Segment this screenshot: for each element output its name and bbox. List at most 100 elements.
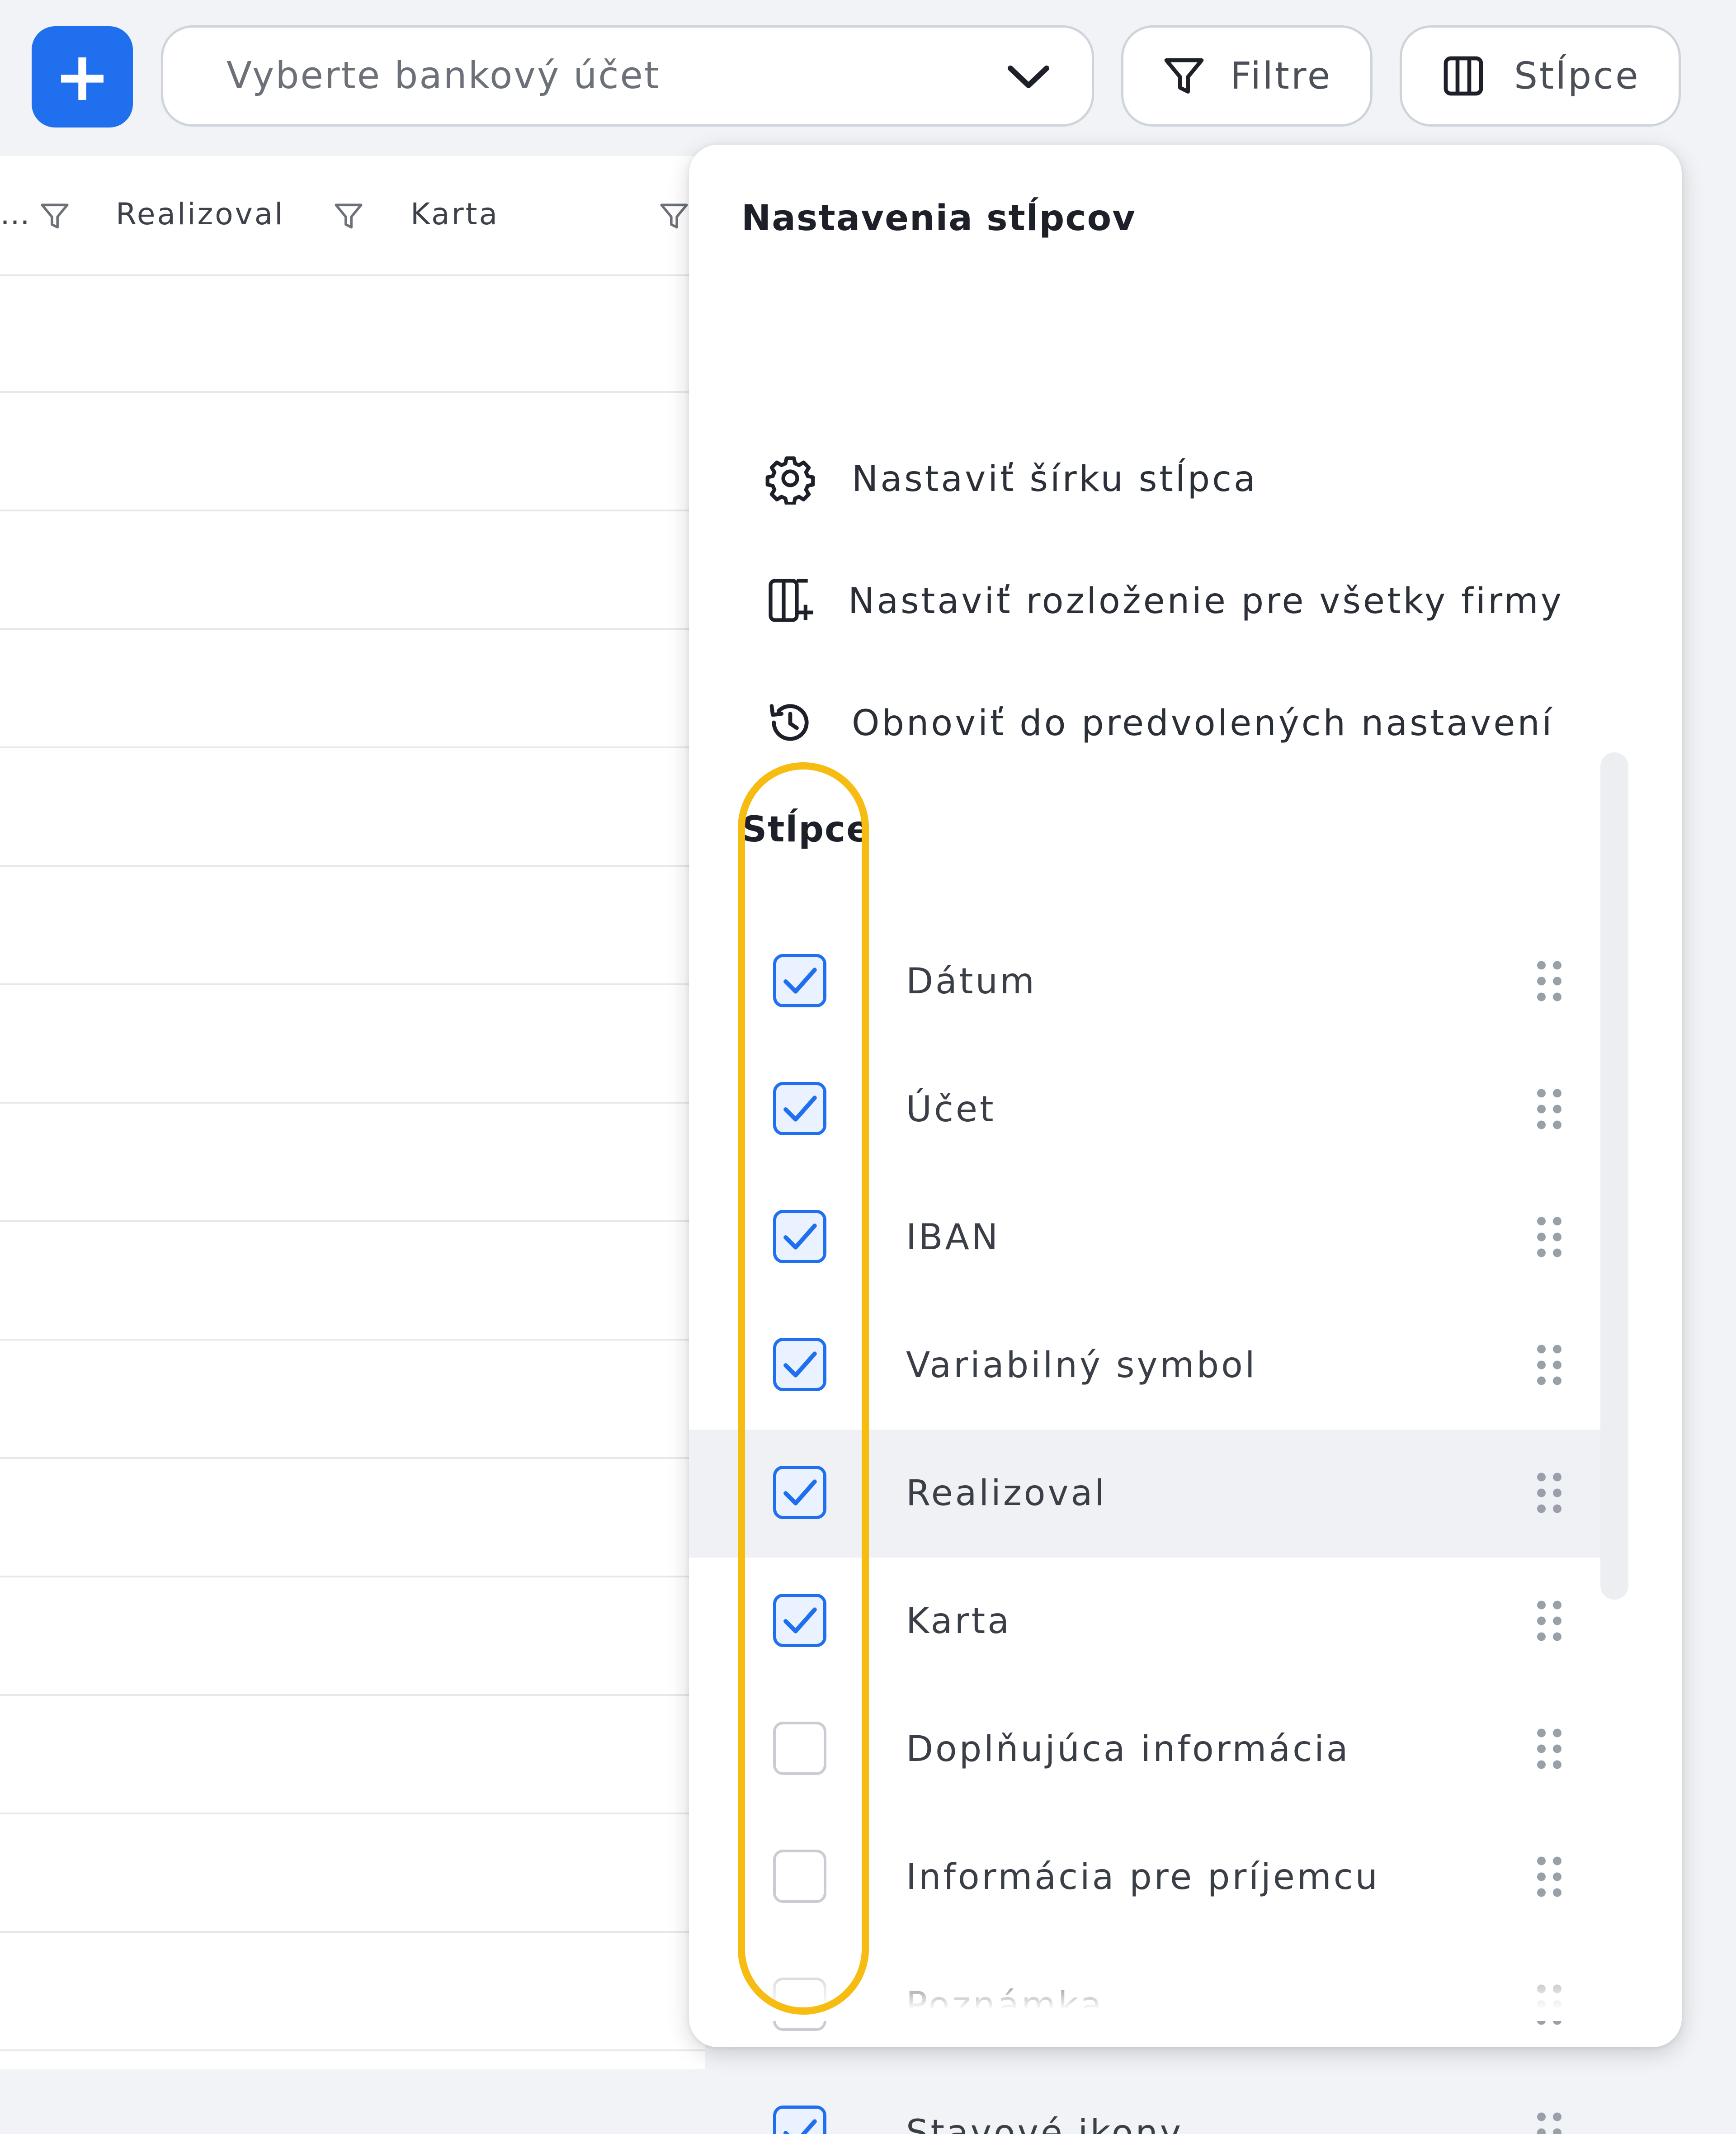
column-item[interactable]: Karta [689, 1558, 1600, 1685]
filters-button[interactable]: Filtre [1121, 25, 1373, 127]
set-layout-all-companies-action[interactable]: Nastaviť rozloženie pre všetky firmy [689, 552, 1682, 642]
column-filter-icon[interactable] [38, 199, 71, 233]
bank-account-select[interactable]: Vyberte bankový účet [161, 25, 1094, 127]
columns-icon [1440, 52, 1487, 99]
columns-section-title: Stĺpce [741, 809, 871, 850]
drag-handle[interactable] [1533, 1086, 1565, 1133]
column-checkbox[interactable] [773, 2106, 826, 2134]
table-row[interactable] [0, 630, 705, 748]
column-label: Realizoval [906, 1430, 1107, 1558]
filters-label: Filtre [1230, 55, 1332, 98]
column-label: Variabilný symbol [906, 1302, 1257, 1430]
drag-handle-icon[interactable] [1533, 1725, 1565, 1772]
column-item[interactable]: Doplňujúca informácia [689, 1685, 1600, 1813]
checkmark-icon [779, 1600, 821, 1640]
column-label: Doplňujúca informácia [906, 1685, 1350, 1813]
column-checkbox[interactable] [773, 1850, 826, 1903]
table-row[interactable] [0, 1814, 705, 1933]
bank-account-placeholder: Vyberte bankový účet [226, 28, 660, 124]
table-row[interactable] [0, 511, 705, 630]
column-label: IBAN [906, 1174, 1000, 1302]
column-checkbox[interactable] [773, 1594, 826, 1647]
panel-title: Nastavenia stĺpcov [741, 198, 1136, 239]
table-row[interactable] [0, 867, 705, 985]
column-filter-icon[interactable] [332, 199, 365, 233]
reset-defaults-label: Obnoviť do predvolených nastavení [852, 674, 1554, 773]
drag-handle-icon[interactable] [1533, 1853, 1565, 1900]
chevron-down-icon [1006, 59, 1051, 95]
reset-defaults-action[interactable]: Obnoviť do predvolených nastavení [689, 674, 1682, 764]
columns-label: Stĺpce [1514, 55, 1640, 98]
columns-button[interactable]: Stĺpce [1400, 25, 1681, 127]
filter-icon [1160, 52, 1208, 99]
set-column-width-action[interactable]: Nastaviť šírku stĺpca [689, 430, 1682, 520]
drag-handle[interactable] [1533, 1853, 1565, 1900]
checkmark-icon [779, 1345, 821, 1384]
table-row[interactable] [0, 1222, 705, 1341]
truncated-header: … [0, 197, 30, 231]
toolbar: + Vyberte bankový účet Filtre Stĺpce [0, 0, 1736, 156]
column-item[interactable]: Informácia pre príjemcu [689, 1813, 1600, 1941]
table-row[interactable] [0, 274, 705, 393]
drag-handle[interactable] [1533, 1341, 1565, 1388]
column-label: Informácia pre príjemcu [906, 1813, 1380, 1941]
column-label: Účet [906, 1046, 996, 1174]
drag-handle-icon[interactable] [1533, 2109, 1565, 2134]
drag-handle-icon[interactable] [1533, 1086, 1565, 1133]
column-filter-icon[interactable] [657, 199, 691, 233]
add-button[interactable]: + [32, 26, 133, 127]
column-label: Karta [906, 1558, 1011, 1685]
table-row[interactable] [0, 1341, 705, 1459]
set-column-width-label: Nastaviť šírku stĺpca [852, 430, 1258, 529]
table-row[interactable] [0, 985, 705, 1104]
columns-list: DátumÚčetIBANVariabilný symbolRealizoval… [689, 904, 1682, 2134]
header-realizoval[interactable]: Realizoval [116, 197, 284, 231]
checkmark-icon [779, 1217, 821, 1256]
column-item[interactable]: Dátum [689, 918, 1600, 1046]
table-row[interactable] [0, 1696, 705, 1814]
column-checkbox[interactable] [773, 1466, 826, 1519]
column-item[interactable]: Účet [689, 1046, 1600, 1174]
drag-handle[interactable] [1533, 1597, 1565, 1644]
column-settings-panel: Nastavenia stĺpcov Nastaviť šírku stĺpca… [689, 145, 1682, 2047]
column-checkbox[interactable] [773, 1722, 826, 1775]
column-item[interactable]: Realizoval [689, 1430, 1600, 1558]
column-checkbox[interactable] [773, 1082, 826, 1135]
drag-handle[interactable] [1533, 2109, 1565, 2134]
table-row[interactable] [0, 748, 705, 867]
header-karta[interactable]: Karta [410, 197, 499, 231]
table-row[interactable] [0, 393, 705, 511]
drag-handle-icon[interactable] [1533, 1597, 1565, 1644]
column-label: Stavové ikony [906, 2069, 1183, 2134]
drag-handle-icon[interactable] [1533, 1341, 1565, 1388]
drag-handle[interactable] [1533, 1213, 1565, 1261]
table-row[interactable] [0, 1459, 705, 1577]
column-checkbox[interactable] [773, 1210, 826, 1263]
transactions-table: … Realizoval Karta [0, 156, 705, 2069]
checkmark-icon [779, 1089, 821, 1128]
set-layout-label: Nastaviť rozloženie pre všetky firmy [848, 552, 1564, 651]
drag-handle[interactable] [1533, 1725, 1565, 1772]
column-checkbox[interactable] [773, 1338, 826, 1391]
gear-icon [764, 452, 816, 505]
list-fade [689, 1962, 1682, 2021]
column-item[interactable]: Stavové ikony [689, 2069, 1600, 2134]
column-checkbox[interactable] [773, 954, 826, 1007]
drag-handle-icon[interactable] [1533, 1469, 1565, 1516]
table-header: … Realizoval Karta [0, 156, 705, 276]
column-label: Dátum [906, 918, 1037, 1046]
drag-handle-icon[interactable] [1533, 958, 1565, 1005]
table-row[interactable] [0, 1577, 705, 1696]
table-row[interactable] [0, 1933, 705, 2051]
checkmark-icon [779, 2112, 821, 2134]
column-item[interactable]: Variabilný symbol [689, 1302, 1600, 1430]
table-row[interactable] [0, 1104, 705, 1222]
drag-handle[interactable] [1533, 1469, 1565, 1516]
checkmark-icon [779, 961, 821, 1001]
column-item[interactable]: IBAN [689, 1174, 1600, 1302]
history-icon [764, 696, 816, 749]
layout-add-icon [764, 574, 816, 627]
drag-handle-icon[interactable] [1533, 1213, 1565, 1261]
drag-handle[interactable] [1533, 958, 1565, 1005]
checkmark-icon [779, 1473, 821, 1512]
